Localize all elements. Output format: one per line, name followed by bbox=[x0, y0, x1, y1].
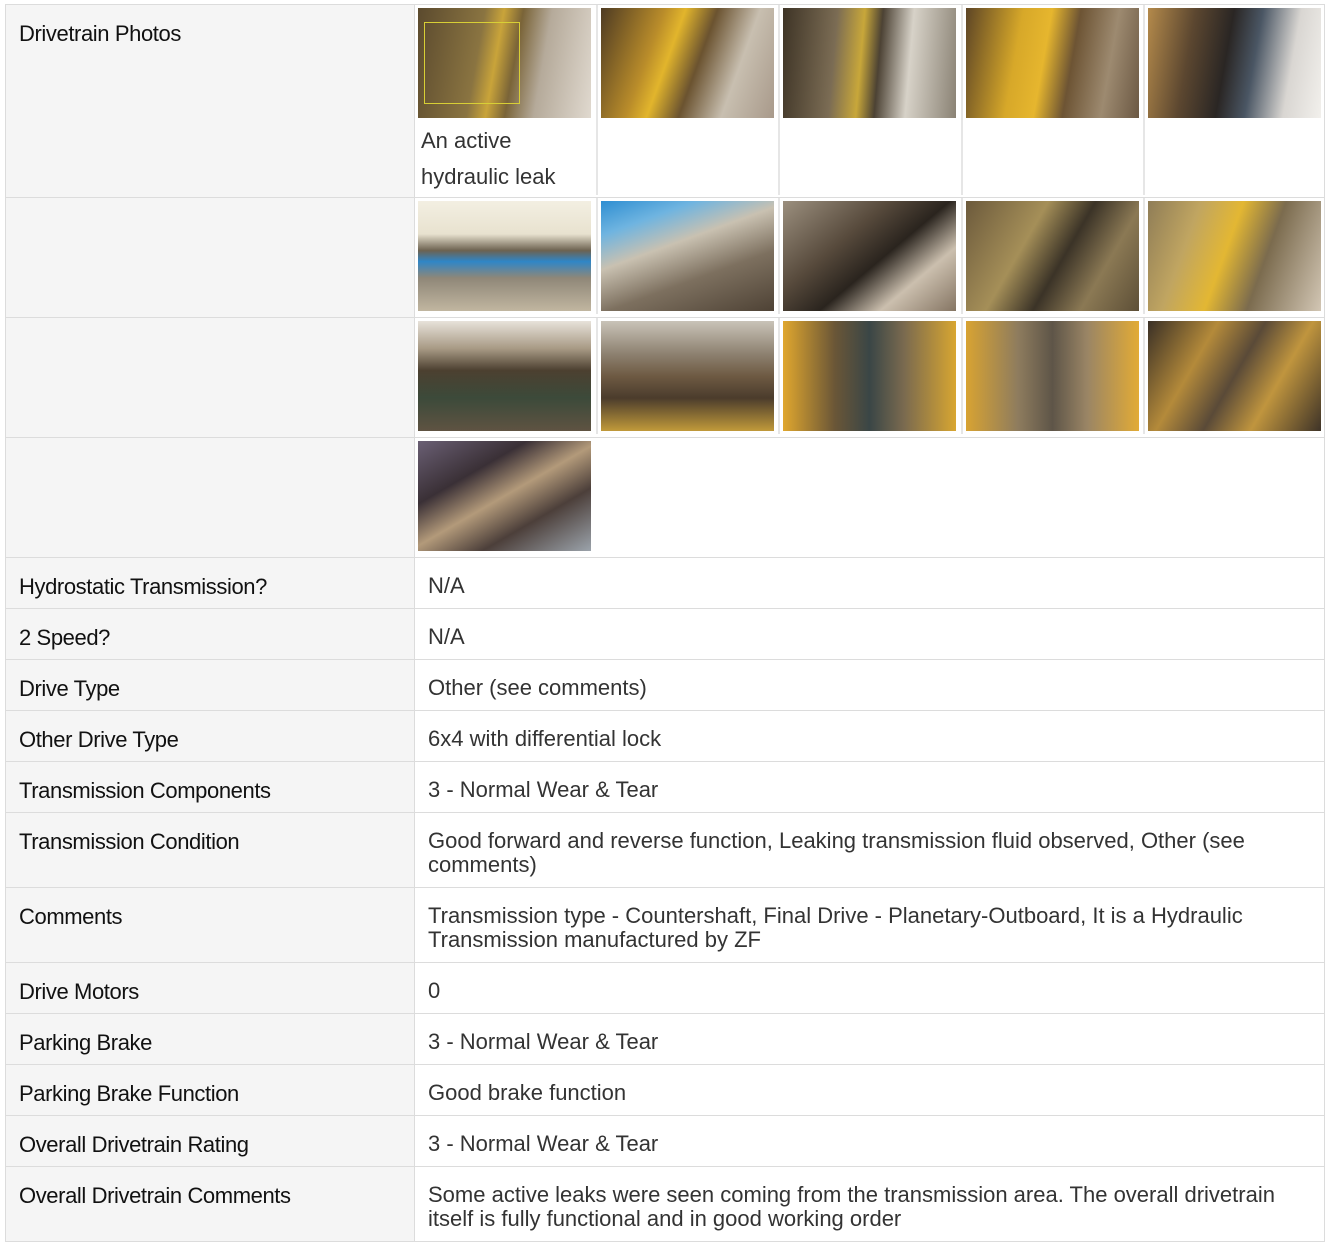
photo-cell[interactable] bbox=[780, 318, 963, 434]
drivetrain-photo-6[interactable] bbox=[418, 201, 591, 311]
field-label: Transmission Components bbox=[5, 761, 415, 813]
field-row: Overall Drivetrain Rating 3 - Normal Wea… bbox=[5, 1115, 1325, 1167]
field-row: Other Drive Type 6x4 with differential l… bbox=[5, 710, 1325, 762]
field-row: Overall Drivetrain Comments Some active … bbox=[5, 1166, 1325, 1242]
drivetrain-photo-8[interactable] bbox=[783, 201, 957, 311]
field-value: 3 - Normal Wear & Tear bbox=[414, 1013, 1325, 1065]
field-row: Comments Transmission type - Countershaf… bbox=[5, 887, 1325, 963]
field-row: Transmission Components 3 - Normal Wear … bbox=[5, 761, 1325, 813]
field-row: Transmission Condition Good forward and … bbox=[5, 812, 1325, 888]
field-label: Hydrostatic Transmission? bbox=[5, 557, 415, 609]
field-row: Hydrostatic Transmission? N/A bbox=[5, 557, 1325, 609]
field-value: Transmission type - Countershaft, Final … bbox=[414, 887, 1325, 963]
field-row: Drive Motors 0 bbox=[5, 962, 1325, 1014]
photo-row-2-cells bbox=[414, 197, 1325, 318]
field-label: Other Drive Type bbox=[5, 710, 415, 762]
field-value: Other (see comments) bbox=[414, 659, 1325, 711]
photo-cell[interactable]: An active hydraulic leak bbox=[415, 5, 598, 195]
field-label: Drive Motors bbox=[5, 962, 415, 1014]
drivetrain-photo-2[interactable] bbox=[600, 8, 774, 118]
photo-cell[interactable] bbox=[415, 438, 595, 554]
field-label: Overall Drivetrain Comments bbox=[5, 1166, 415, 1242]
field-value: Good forward and reverse function, Leaki… bbox=[414, 812, 1325, 888]
field-value: 3 - Normal Wear & Tear bbox=[414, 761, 1325, 813]
drivetrain-photo-15[interactable] bbox=[1148, 321, 1322, 431]
photo-cell[interactable] bbox=[963, 318, 1146, 434]
field-row: Drive Type Other (see comments) bbox=[5, 659, 1325, 711]
drivetrain-photo-10[interactable] bbox=[1148, 201, 1322, 311]
field-row: 2 Speed? N/A bbox=[5, 608, 1325, 660]
photo-cell[interactable] bbox=[780, 5, 963, 195]
photo-row-1: Drivetrain Photos An active hydraulic le… bbox=[5, 4, 1325, 198]
photo-row-label-empty bbox=[5, 437, 415, 558]
drivetrain-report: Drivetrain Photos An active hydraulic le… bbox=[5, 4, 1325, 1242]
photo-row-2 bbox=[5, 197, 1325, 318]
field-label: Overall Drivetrain Rating bbox=[5, 1115, 415, 1167]
field-value: Good brake function bbox=[414, 1064, 1325, 1116]
drivetrain-photo-12[interactable] bbox=[600, 321, 774, 431]
field-label: 2 Speed? bbox=[5, 608, 415, 660]
annotation-box bbox=[424, 22, 520, 104]
drivetrain-photo-9[interactable] bbox=[965, 201, 1139, 311]
drivetrain-photo-1[interactable] bbox=[418, 8, 591, 118]
field-label: Transmission Condition bbox=[5, 812, 415, 888]
photo-row-3 bbox=[5, 317, 1325, 438]
photo-row-4 bbox=[5, 437, 1325, 558]
drivetrain-table: Drivetrain Photos An active hydraulic le… bbox=[5, 4, 1325, 1242]
drivetrain-photo-7[interactable] bbox=[600, 201, 774, 311]
photo-cell[interactable] bbox=[963, 5, 1146, 195]
photo-row-label-empty bbox=[5, 317, 415, 438]
drivetrain-photo-14[interactable] bbox=[965, 321, 1139, 431]
photo-caption: An active hydraulic leak bbox=[421, 128, 556, 189]
photo-row-4-cells bbox=[414, 437, 1325, 558]
drivetrain-photo-13[interactable] bbox=[783, 321, 957, 431]
field-label: Parking Brake Function bbox=[5, 1064, 415, 1116]
photo-row-label-empty bbox=[5, 197, 415, 318]
field-value: N/A bbox=[414, 557, 1325, 609]
photo-cell[interactable] bbox=[598, 5, 781, 195]
drivetrain-photo-3[interactable] bbox=[783, 8, 957, 118]
photo-cell[interactable] bbox=[1145, 5, 1324, 195]
drivetrain-photo-4[interactable] bbox=[965, 8, 1139, 118]
photo-cell[interactable] bbox=[415, 318, 598, 434]
photo-row-3-cells bbox=[414, 317, 1325, 438]
field-label: Drive Type bbox=[5, 659, 415, 711]
photo-cell[interactable] bbox=[1145, 318, 1324, 434]
photo-cell[interactable] bbox=[1145, 198, 1324, 314]
field-value: Some active leaks were seen coming from … bbox=[414, 1166, 1325, 1242]
drivetrain-photo-5[interactable] bbox=[1148, 8, 1322, 118]
photo-cell[interactable] bbox=[598, 198, 781, 314]
field-label: Comments bbox=[5, 887, 415, 963]
field-value: 6x4 with differential lock bbox=[414, 710, 1325, 762]
field-label: Parking Brake bbox=[5, 1013, 415, 1065]
drivetrain-photos-label: Drivetrain Photos bbox=[5, 4, 415, 198]
drivetrain-photo-11[interactable] bbox=[418, 321, 591, 431]
field-value: N/A bbox=[414, 608, 1325, 660]
field-row: Parking Brake 3 - Normal Wear & Tear bbox=[5, 1013, 1325, 1065]
photo-cell[interactable] bbox=[780, 198, 963, 314]
field-value: 0 bbox=[414, 962, 1325, 1014]
photo-row-1-cells: An active hydraulic leak bbox=[414, 4, 1325, 198]
photo-cell[interactable] bbox=[598, 318, 781, 434]
photo-cell[interactable] bbox=[963, 198, 1146, 314]
drivetrain-photo-16[interactable] bbox=[418, 441, 591, 551]
photo-cell[interactable] bbox=[415, 198, 598, 314]
field-value: 3 - Normal Wear & Tear bbox=[414, 1115, 1325, 1167]
field-row: Parking Brake Function Good brake functi… bbox=[5, 1064, 1325, 1116]
